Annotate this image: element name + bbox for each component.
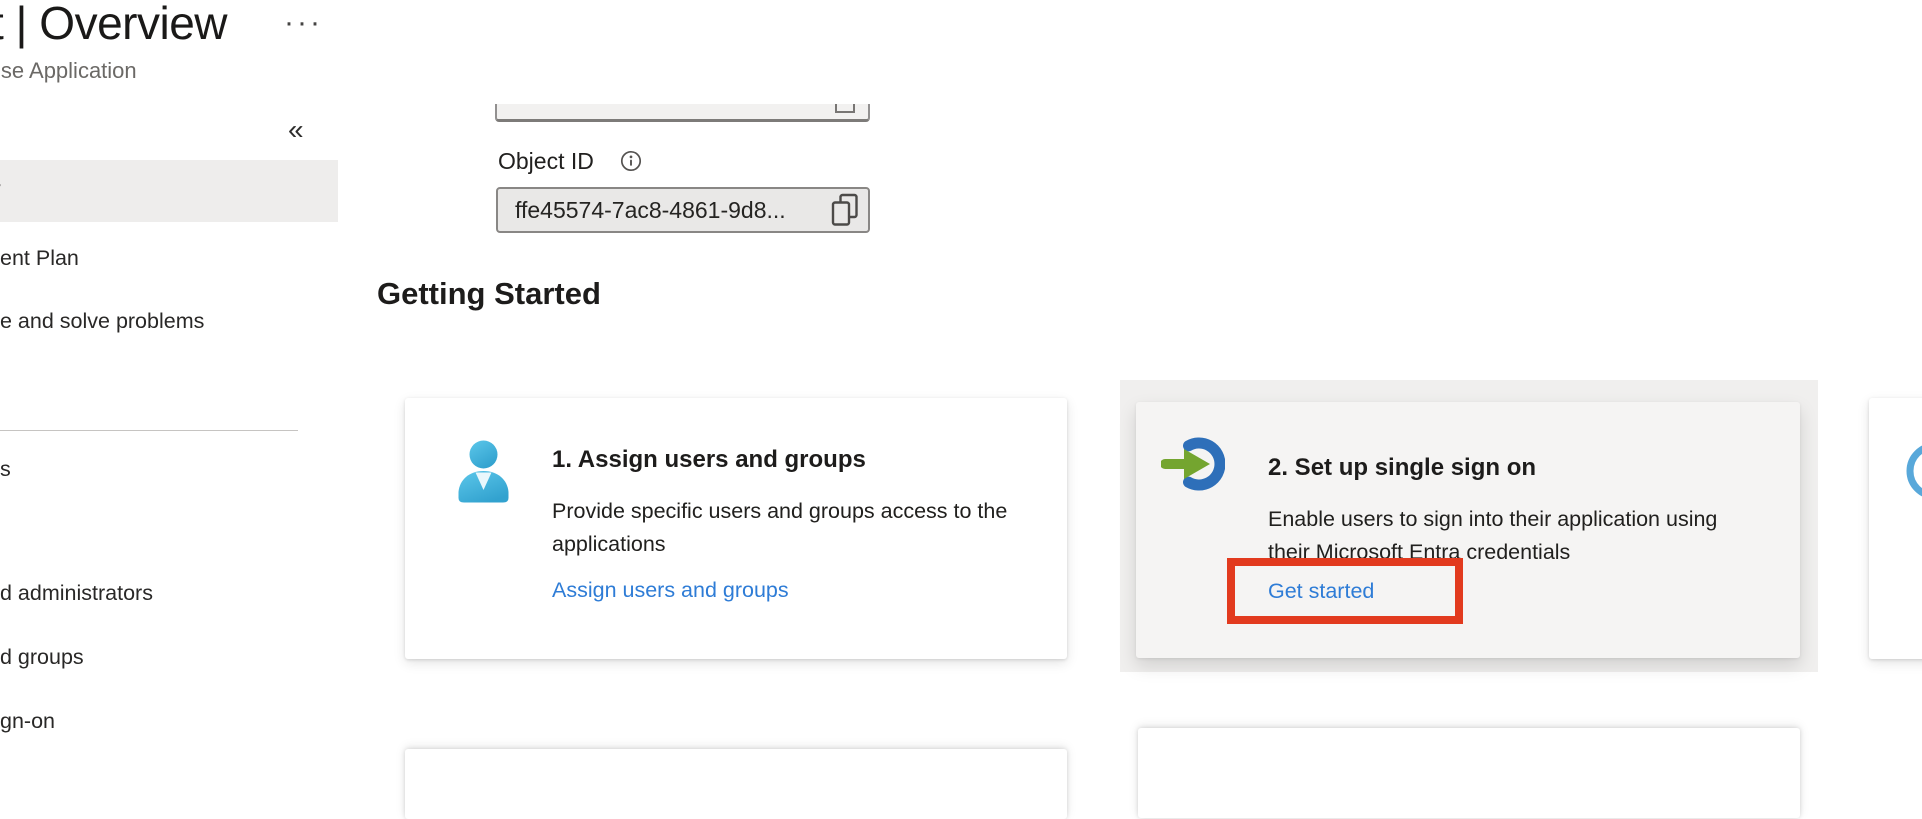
copy-icon-partial (835, 104, 855, 113)
card-title: 1. Assign users and groups (552, 446, 1017, 474)
sidebar-item-single-sign-on[interactable]: gn-on (0, 708, 55, 735)
get-started-link[interactable]: Get started (1268, 579, 1374, 604)
getting-started-heading: Getting Started (377, 276, 601, 312)
sidebar-collapse-icon[interactable]: « (288, 114, 304, 146)
card-set-up-single-sign-on: 2. Set up single sign on Enable users to… (1136, 402, 1800, 658)
sidebar-item-properties[interactable]: s (0, 456, 11, 483)
assign-users-and-groups-link[interactable]: Assign users and groups (552, 578, 789, 603)
object-id-field[interactable]: ffe45574-7ac8-4861-9d8... (496, 187, 870, 233)
object-id-label: Object ID (498, 148, 594, 175)
sidebar-item-diagnose-solve-problems[interactable]: e and solve problems (0, 308, 204, 335)
card-partial-bottom-right (1138, 728, 1800, 818)
sidebar-divider (0, 430, 298, 431)
object-id-value: ffe45574-7ac8-4861-9d8... (498, 197, 830, 224)
sidebar-item-overview-selected[interactable]: w (0, 160, 338, 222)
red-annotation-box: Get started (1227, 558, 1463, 624)
sidebar-item-roles-and-administrators[interactable]: d administrators (0, 580, 153, 607)
copyable-field-partial[interactable] (495, 104, 870, 122)
card-title: 2. Set up single sign on (1268, 454, 1733, 482)
person-icon (455, 440, 512, 603)
copy-icon[interactable] (830, 193, 860, 227)
card-partial-right (1869, 398, 1922, 659)
sidebar-item-users-and-groups[interactable]: d groups (0, 644, 84, 671)
sidebar-item-deployment-plan[interactable]: ent Plan (0, 245, 79, 272)
sidebar-item-label: w (0, 177, 1, 202)
card-assign-users-and-groups: 1. Assign users and groups Provide speci… (405, 398, 1067, 659)
info-icon[interactable] (620, 150, 642, 172)
card-description: Provide specific users and groups access… (552, 495, 1017, 561)
card-partial-bottom-left (405, 749, 1067, 819)
sign-in-arrow-icon (1161, 435, 1225, 498)
sidebar: « w ent Plan e and solve problems s d ad… (0, 0, 338, 774)
circle-arc-icon (1889, 440, 1922, 511)
